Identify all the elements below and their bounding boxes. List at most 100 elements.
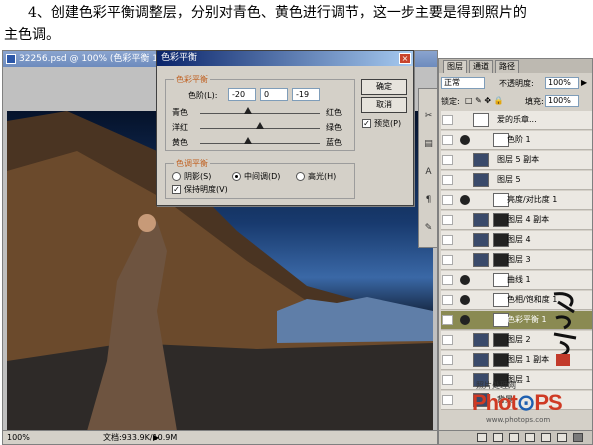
- visibility-eye-icon[interactable]: [442, 135, 453, 145]
- levels-input-cyan-red[interactable]: -20: [228, 88, 256, 101]
- watermark-brand-a: Phot: [472, 390, 518, 415]
- brush-preset-icon[interactable]: ✎: [421, 221, 436, 236]
- levels-input-yellow-blue[interactable]: -19: [292, 88, 320, 101]
- layer-thumbnail[interactable]: [473, 213, 489, 227]
- adjustment-layer-icon[interactable]: [525, 433, 535, 442]
- document-info: 文档:933.9K/10.9M: [103, 433, 178, 442]
- cyan-label: 青色: [172, 108, 188, 117]
- yellow-label: 黄色: [172, 138, 188, 147]
- levels-input-magenta-green[interactable]: 0: [260, 88, 288, 101]
- preserve-luminosity-label: 保持明度(V): [184, 185, 228, 194]
- layer-thumbnail[interactable]: [473, 113, 489, 127]
- layer-thumbnail[interactable]: [473, 353, 489, 367]
- layer-row[interactable]: 色阶 1: [441, 131, 592, 150]
- layer-name: 爱的乐章...: [497, 115, 537, 124]
- preview-label: 预览(P): [374, 119, 402, 128]
- preserve-luminosity-checkbox[interactable]: ✓: [172, 185, 181, 194]
- layer-row[interactable]: 爱的乐章...: [441, 111, 592, 130]
- paragraph-icon[interactable]: ¶: [421, 193, 436, 208]
- visibility-eye-icon[interactable]: [442, 255, 453, 265]
- layer-name: 图层 2: [507, 335, 531, 344]
- visibility-eye-icon[interactable]: [442, 295, 453, 305]
- close-icon[interactable]: ×: [399, 53, 411, 64]
- fill-input[interactable]: 100%: [545, 95, 579, 107]
- layer-row[interactable]: 图层 3: [441, 251, 592, 270]
- link-layers-icon[interactable]: [477, 433, 487, 442]
- new-layer-icon[interactable]: [557, 433, 567, 442]
- visibility-eye-icon[interactable]: [442, 355, 453, 365]
- adjustment-layer-icon: [460, 295, 470, 305]
- midtones-radio[interactable]: [232, 172, 241, 181]
- layer-name: 亮度/对比度 1: [507, 195, 558, 204]
- lock-label: 锁定:: [441, 97, 460, 106]
- lock-icons[interactable]: □ ✎ ✥ 🔒: [465, 96, 504, 105]
- dialog-title-bar[interactable]: 色彩平衡 ×: [157, 51, 413, 66]
- cyan-red-slider-track[interactable]: [200, 113, 320, 114]
- opacity-label: 不透明度:: [499, 79, 534, 88]
- layer-thumbnail[interactable]: [473, 173, 489, 187]
- trash-icon[interactable]: [573, 433, 583, 442]
- visibility-eye-icon[interactable]: [442, 375, 453, 385]
- preview-checkbox[interactable]: ✓: [362, 119, 371, 128]
- ok-button[interactable]: 确定: [361, 79, 407, 95]
- layer-row[interactable]: 图层 4: [441, 231, 592, 250]
- tutorial-caption: 4、创建色彩平衡调整层，分别对青色、黄色进行调节，这一步主要是得到照片的 主色调…: [0, 0, 593, 50]
- midtones-label: 中间调(D): [244, 172, 281, 181]
- tab-layers[interactable]: 图层: [443, 60, 467, 73]
- layer-style-icon[interactable]: [493, 433, 503, 442]
- layer-name: 色阶 1: [507, 135, 531, 144]
- layer-name: 图层 3: [507, 255, 531, 264]
- panel-tabs: 图层 通道 路径: [439, 59, 592, 73]
- color-balance-group: 色彩平衡 色阶(L): -20 0 -19 青色 红色 洋红 绿色 黄色 蓝色: [165, 74, 355, 151]
- yellow-blue-slider-track[interactable]: [200, 143, 320, 144]
- layer-name: 图层 1 副本: [507, 355, 550, 364]
- visibility-eye-icon[interactable]: [442, 175, 453, 185]
- add-mask-icon[interactable]: [509, 433, 519, 442]
- layer-row[interactable]: 图层 5: [441, 171, 592, 190]
- layer-comp-icon[interactable]: ▤: [421, 137, 436, 152]
- visibility-eye-icon[interactable]: [442, 275, 453, 285]
- layers-panel-footer: [439, 430, 592, 444]
- layer-thumbnail[interactable]: [473, 233, 489, 247]
- layer-thumbnail[interactable]: [473, 153, 489, 167]
- visibility-eye-icon[interactable]: [442, 235, 453, 245]
- layer-row[interactable]: 图层 1: [441, 371, 592, 390]
- scissors-icon[interactable]: ✂: [421, 109, 436, 124]
- visibility-eye-icon[interactable]: [442, 215, 453, 225]
- red-label: 红色: [326, 108, 342, 117]
- opacity-arrow-icon[interactable]: ▶: [581, 78, 587, 87]
- visibility-eye-icon[interactable]: [442, 195, 453, 205]
- layer-row[interactable]: 亮度/对比度 1: [441, 191, 592, 210]
- visibility-eye-icon[interactable]: [442, 155, 453, 165]
- layer-name: 图层 5 副本: [497, 155, 540, 164]
- blue-label: 蓝色: [326, 138, 342, 147]
- highlights-radio[interactable]: [296, 172, 305, 181]
- status-menu-arrow-icon[interactable]: ▶: [153, 431, 159, 444]
- visibility-eye-icon[interactable]: [442, 335, 453, 345]
- shadows-radio[interactable]: [172, 172, 181, 181]
- tab-paths[interactable]: 路径: [495, 60, 519, 73]
- yellow-blue-slider-thumb[interactable]: [244, 137, 252, 144]
- status-bar: 100% 文档:933.9K/10.9M ▶: [3, 430, 437, 444]
- layer-row[interactable]: 图层 4 副本: [441, 211, 592, 230]
- visibility-eye-icon[interactable]: [442, 315, 453, 325]
- text-tool-icon[interactable]: A: [421, 165, 436, 180]
- layer-thumbnail[interactable]: [473, 253, 489, 267]
- opacity-input[interactable]: 100%: [545, 77, 579, 89]
- layer-name: 曲线 1: [507, 275, 531, 284]
- visibility-eye-icon[interactable]: [442, 115, 453, 125]
- cyan-red-slider-thumb[interactable]: [244, 107, 252, 114]
- visibility-eye-icon[interactable]: [442, 395, 453, 405]
- levels-label: 色阶(L):: [188, 91, 218, 100]
- layer-row[interactable]: 图层 5 副本: [441, 151, 592, 170]
- green-label: 绿色: [326, 123, 342, 132]
- new-group-icon[interactable]: [541, 433, 551, 442]
- tab-channels[interactable]: 通道: [469, 60, 493, 73]
- cancel-button[interactable]: 取消: [361, 97, 407, 113]
- zoom-level[interactable]: 100%: [7, 431, 30, 444]
- blend-mode-select[interactable]: 正常: [441, 77, 485, 89]
- watermark-url: www.photops.com: [486, 416, 551, 424]
- caption-line-1: 4、创建色彩平衡调整层，分别对青色、黄色进行调节，这一步主要是得到照片的: [28, 5, 527, 21]
- magenta-green-slider-thumb[interactable]: [256, 122, 264, 129]
- layer-thumbnail[interactable]: [473, 333, 489, 347]
